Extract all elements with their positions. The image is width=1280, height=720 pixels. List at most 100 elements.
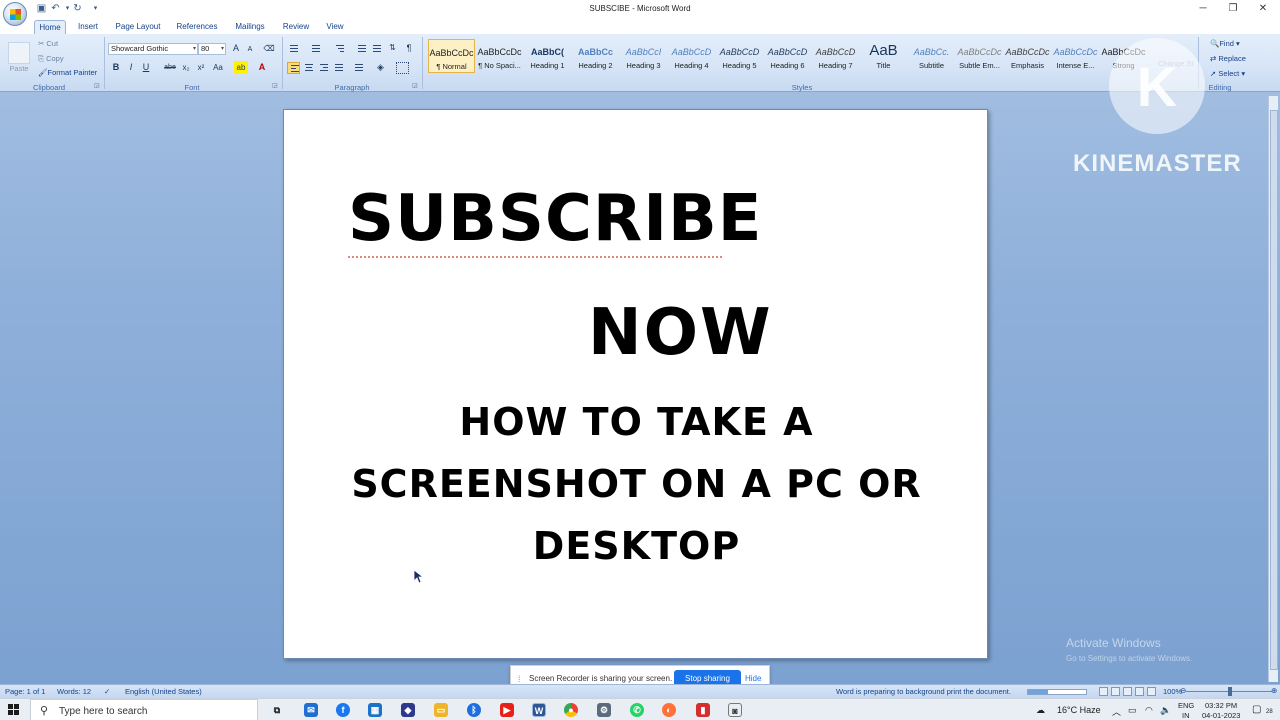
sort-icon[interactable]: ⇅ [386,43,399,55]
hide-button[interactable]: Hide [745,674,761,683]
web-layout-icon[interactable] [1123,687,1132,696]
draft-view-icon[interactable] [1147,687,1156,696]
proofing-icon[interactable]: ✓ [104,687,110,696]
task-view-icon[interactable]: ⧉ [270,703,284,717]
shading-icon[interactable]: ◈ [374,62,387,74]
underline-button[interactable]: U [140,61,152,74]
font-color-icon[interactable]: A [256,61,268,74]
find-button[interactable]: 🔍Find ▾ [1210,39,1240,48]
volume-icon[interactable]: 🔈 [1160,705,1171,716]
input-language-top[interactable]: ENG [1178,701,1194,710]
whatsapp-icon[interactable]: ✆ [630,703,644,717]
bold-button[interactable]: B [110,61,122,74]
font-name-combo[interactable]: Showcard Gothic ▾ [108,43,198,55]
taskbar-search-box[interactable]: ⚲ Type here to search [30,699,258,720]
weather-text[interactable]: 16°C Haze [1057,705,1101,715]
youtube-icon[interactable]: ▶ [500,703,514,717]
increase-indent-icon[interactable] [370,43,383,55]
clipboard-dialog-launcher-icon[interactable]: ◲ [94,83,101,90]
strikethrough-button[interactable]: abe [162,61,178,74]
chrome-icon[interactable]: ● [564,703,578,717]
style-item[interactable]: AaBbCcD Heading 7 [812,39,859,73]
close-button[interactable]: ✕ [1248,2,1278,16]
store-icon[interactable]: ▦ [368,703,382,717]
notification-icon[interactable]: ▢ [1252,704,1261,715]
screen-recorder-icon[interactable]: ◙ [728,703,742,717]
file-explorer-icon[interactable]: ▭ [434,703,448,717]
wifi-icon[interactable]: ◠ [1145,705,1153,716]
grow-font-button[interactable]: A [230,42,242,55]
settings-app-icon[interactable]: ⚙ [597,703,611,717]
style-item[interactable]: AaBbCcD Heading 5 [716,39,763,73]
italic-button[interactable]: I [125,61,137,74]
tray-chevron-up-icon[interactable]: ︿ [1112,705,1121,718]
battery-icon[interactable]: ▭ [1128,705,1137,716]
shrink-font-button[interactable]: A [244,43,256,56]
subscript-button[interactable]: x₂ [180,61,192,74]
bullets-icon[interactable] [287,43,300,55]
decrease-indent-icon[interactable] [355,43,368,55]
superscript-button[interactable]: x² [195,61,207,74]
paragraph-dialog-launcher-icon[interactable]: ◲ [412,83,419,90]
minimize-button[interactable]: ─ [1188,2,1218,16]
style-item[interactable]: AaBbCcDc Subtle Em... [956,39,1003,73]
clear-formatting-icon[interactable]: ⌫ [262,42,276,55]
highlight-icon[interactable]: ab [234,61,248,74]
show-formatting-button[interactable]: ¶ [403,42,415,55]
style-item[interactable]: AaBbC(Heading 1 [524,39,571,73]
style-item[interactable]: AaBbCcDc Intense E... [1052,39,1099,73]
style-item[interactable]: AaBbCcD Heading 4 [668,39,715,73]
firefox-icon[interactable]: ◐ [662,703,676,717]
clock-time[interactable]: 03:32 PM [1205,701,1237,710]
tab-page-layout[interactable]: Page Layout [112,20,164,34]
tab-references[interactable]: References [172,20,222,34]
change-case-button[interactable]: Aa [210,61,226,74]
vertical-scrollbar[interactable] [1268,96,1278,682]
windows-start-icon[interactable] [8,704,20,716]
align-left-icon[interactable] [287,62,300,74]
clock-date[interactable]: 04-01-2023 [1202,711,1240,720]
style-item[interactable]: AaBbCc Heading 2 [572,39,619,73]
line-spacing-icon[interactable] [352,62,365,74]
font-dialog-launcher-icon[interactable]: ◲ [272,83,279,90]
maximize-button[interactable]: ❐ [1218,2,1248,16]
tab-mailings[interactable]: Mailings [230,20,270,34]
cut-button[interactable]: ✂ Cut [38,39,58,48]
multilevel-list-icon[interactable] [333,43,346,55]
bluetooth-icon[interactable]: ᛒ [467,703,481,717]
align-center-icon[interactable] [302,62,315,74]
select-button[interactable]: ➚ Select ▾ [1210,69,1245,78]
document-page[interactable]: SUBSCRIBE NOW HOW TO TAKE A SCREENSHOT O… [283,109,988,659]
format-painter-button[interactable]: 🖌Format Painter [38,68,97,77]
weather-icon[interactable]: ☁ [1036,705,1045,716]
zoom-slider-thumb[interactable] [1228,687,1232,696]
zoom-in-icon[interactable]: ⊕ [1271,686,1277,695]
style-item[interactable]: AaBbCcDc ¶ Normal [428,39,475,73]
style-item[interactable]: AaBbCcI Heading 3 [620,39,667,73]
word-icon[interactable]: W [532,703,546,717]
recorder-app-icon[interactable]: ◆ [401,703,415,717]
style-item[interactable]: AaB Title [860,39,907,73]
style-item[interactable]: AaBbCcD Heading 6 [764,39,811,73]
mail-icon[interactable]: ✉ [304,703,318,717]
paste-icon[interactable] [8,42,30,64]
word-count[interactable]: Words: 12 [57,687,91,696]
print-layout-view-icon[interactable] [1099,687,1108,696]
style-item[interactable]: AaBbCcDc Emphasis [1004,39,1051,73]
pdf-reader-icon[interactable]: ▮ [696,703,710,717]
replace-button[interactable]: ⇄ Replace [1210,54,1246,63]
style-item[interactable]: AaBbCcDc ¶ No Spaci... [476,39,523,73]
input-language-bottom[interactable]: IN [1182,711,1190,720]
tab-insert[interactable]: Insert [72,20,104,34]
paste-button-label[interactable]: Paste [8,64,30,73]
facebook-icon[interactable]: f [336,703,350,717]
scrollbar-thumb[interactable] [1270,110,1278,670]
align-right-icon[interactable] [317,62,330,74]
justify-icon[interactable] [332,62,345,74]
drag-handle-icon[interactable]: ⁞ [518,674,521,684]
font-size-combo[interactable]: 80 ▾ [198,43,226,55]
outline-view-icon[interactable] [1135,687,1144,696]
tab-view[interactable]: View [320,20,350,34]
borders-icon[interactable] [396,62,409,74]
numbering-icon[interactable] [309,43,322,55]
